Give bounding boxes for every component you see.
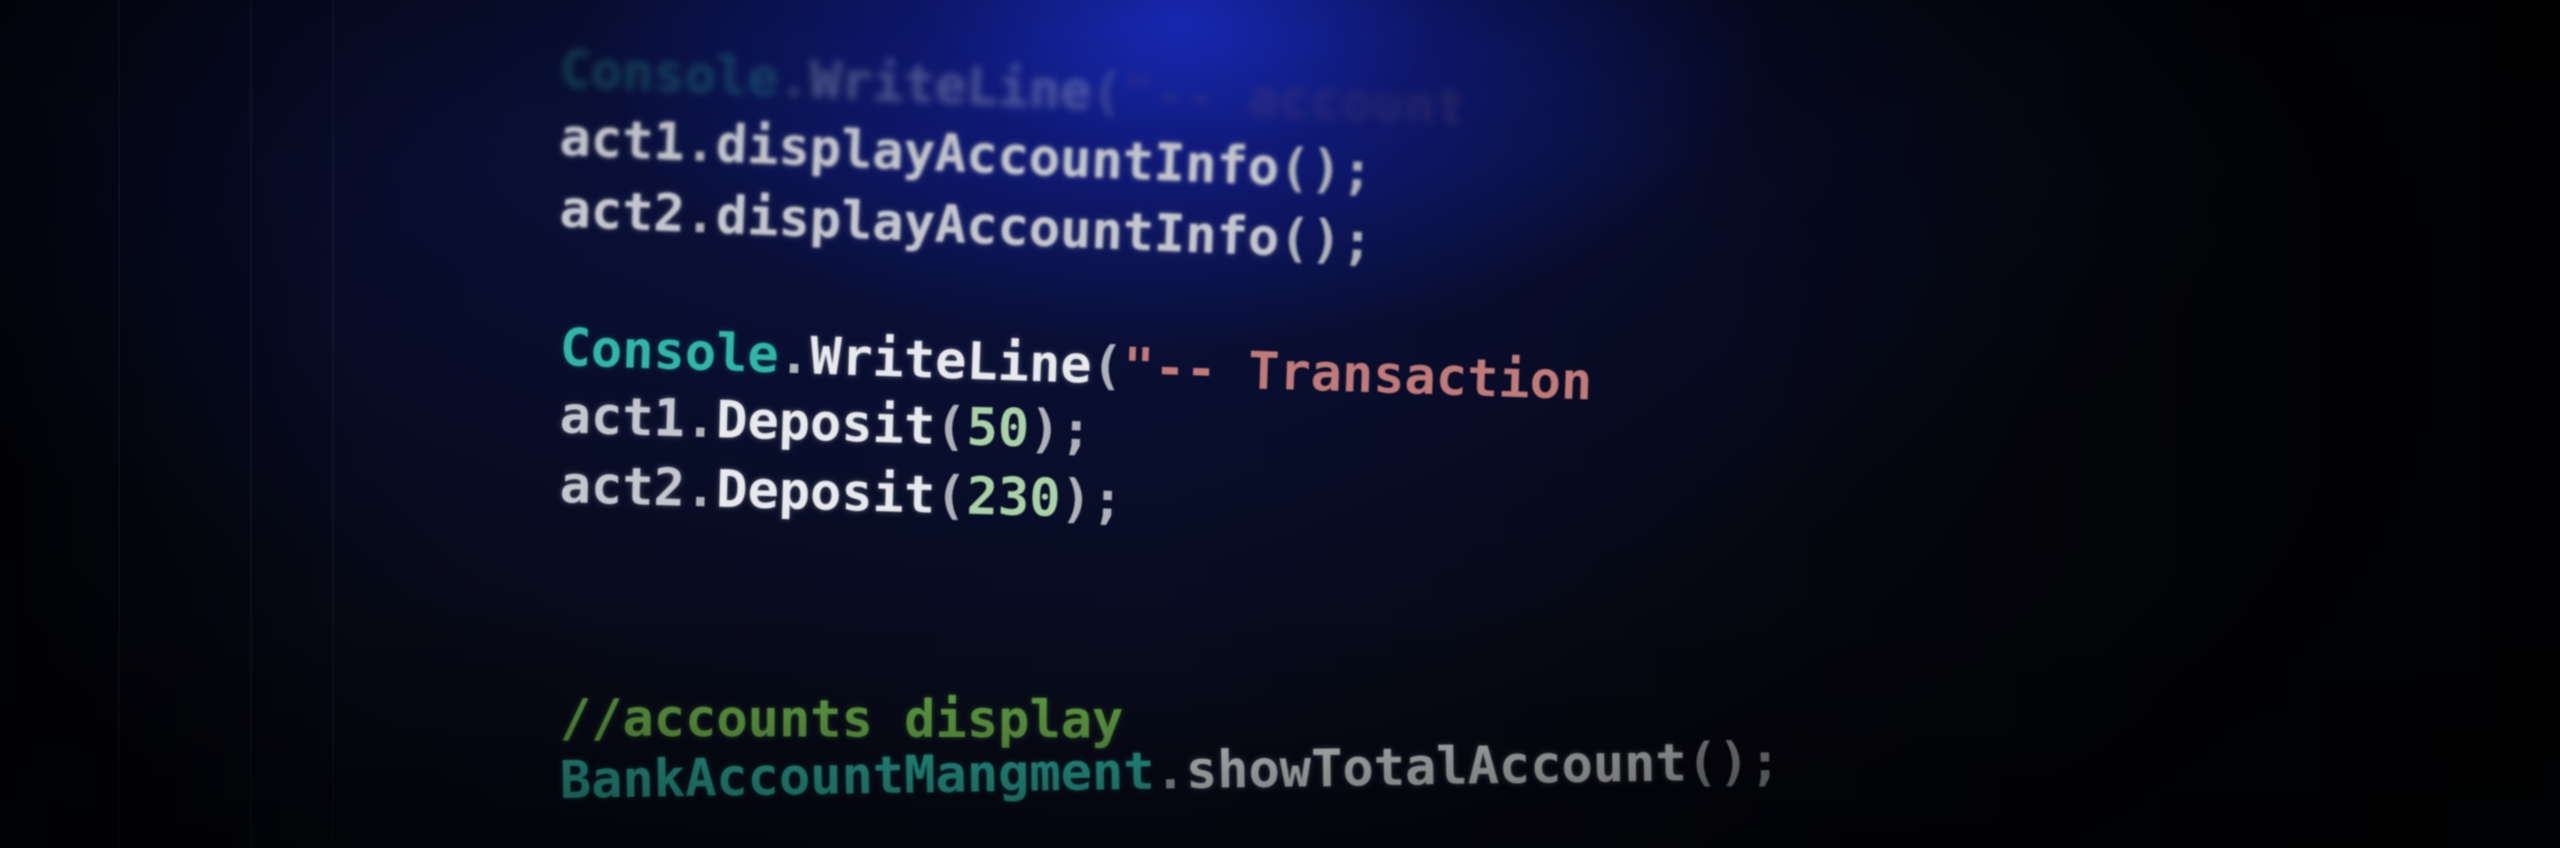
code-token-dot: . [1154,741,1187,802]
code-token-number: 230 [965,466,1062,530]
code-token-identifier: act2 [558,455,686,519]
code-line-act2-deposit[interactable]: act2.Deposit(230); [369,390,1125,591]
code-token-punctuation: (); [1277,208,1375,273]
code-line-show-total-account[interactable]: BankAccountMangment.showTotalAccount(); [371,672,1782,848]
code-token-punctuation: ); [1059,469,1124,531]
editor-gutter-line [250,0,252,848]
code-token-string: "-- Transaction [1121,336,1594,413]
code-token-identifier: act2 [558,179,687,245]
code-token-paren: ( [934,465,968,527]
editor-gutter-line [118,0,120,848]
code-token-paren: ( [1090,335,1124,397]
code-area[interactable]: Console.WriteLine("-- account act1.displ… [372,0,2372,848]
code-token-method: displayAccountInfo [714,185,1281,269]
code-token-dot: . [683,184,718,246]
code-token-class: BankAccountMangment [559,741,1156,812]
indent-guide [332,0,334,848]
code-token-punctuation: (); [1686,731,1782,794]
code-token-method: Deposit [715,459,937,526]
code-token-method: showTotalAccount [1185,733,1688,802]
code-token-dot: . [684,458,718,520]
code-editor-screen: Console.WriteLine("-- account act1.displ… [0,0,2560,848]
